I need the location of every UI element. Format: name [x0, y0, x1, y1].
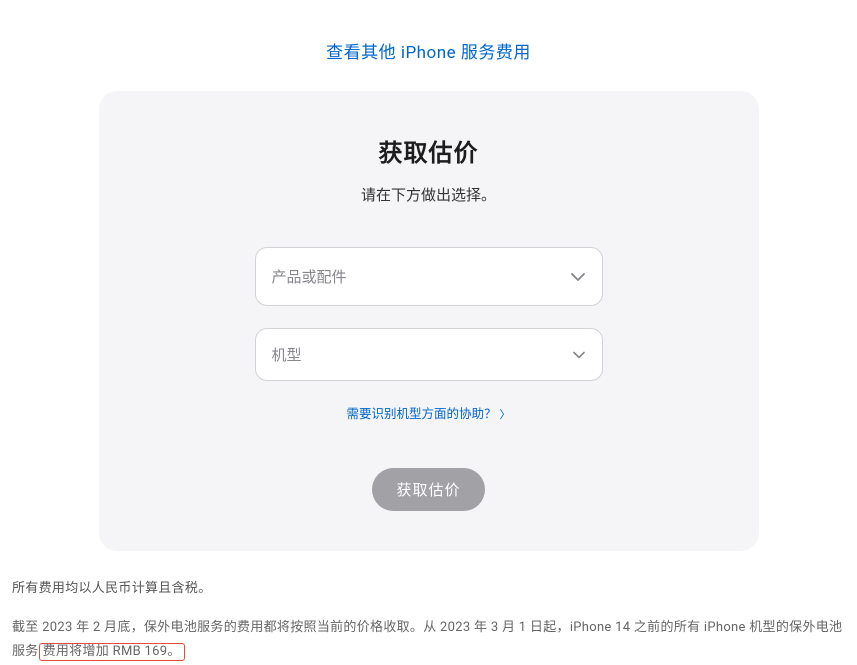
help-link-container: 需要识别机型方面的协助？ 〉	[139, 403, 719, 422]
card-title: 获取估价	[139, 133, 719, 168]
help-link-text: 需要识别机型方面的协助？	[346, 407, 496, 422]
get-estimate-button[interactable]: 获取估价	[372, 468, 484, 511]
model-select-wrap: 机型	[255, 328, 603, 381]
footnotes: 所有费用均以人民币计算且含税。 截至 2023 年 2 月底，保外电池服务的费用…	[10, 577, 847, 665]
card-subtitle: 请在下方做出选择。	[139, 184, 719, 205]
page-container: 查看其他 iPhone 服务费用 获取估价 请在下方做出选择。 产品或配件 机型…	[0, 0, 857, 665]
view-other-fees-link[interactable]: 查看其他 iPhone 服务费用	[326, 43, 531, 63]
footnote-currency: 所有费用均以人民币计算且含税。	[12, 577, 845, 602]
top-link-container: 查看其他 iPhone 服务费用	[10, 0, 847, 91]
identify-model-help-link[interactable]: 需要识别机型方面的协助？ 〉	[346, 407, 510, 422]
product-select-wrap: 产品或配件	[255, 247, 603, 306]
estimate-card: 获取估价 请在下方做出选择。 产品或配件 机型 需要识别机型方面的协助？ 〉 获取…	[99, 91, 759, 551]
chevron-right-icon: 〉	[500, 408, 511, 421]
price-highlight: 费用将增加 RMB 169。	[39, 643, 185, 661]
model-select[interactable]: 机型	[255, 328, 603, 381]
product-select[interactable]: 产品或配件	[255, 247, 603, 306]
footnote-price-change: 截至 2023 年 2 月底，保外电池服务的费用都将按照当前的价格收取。从 20…	[12, 616, 845, 665]
